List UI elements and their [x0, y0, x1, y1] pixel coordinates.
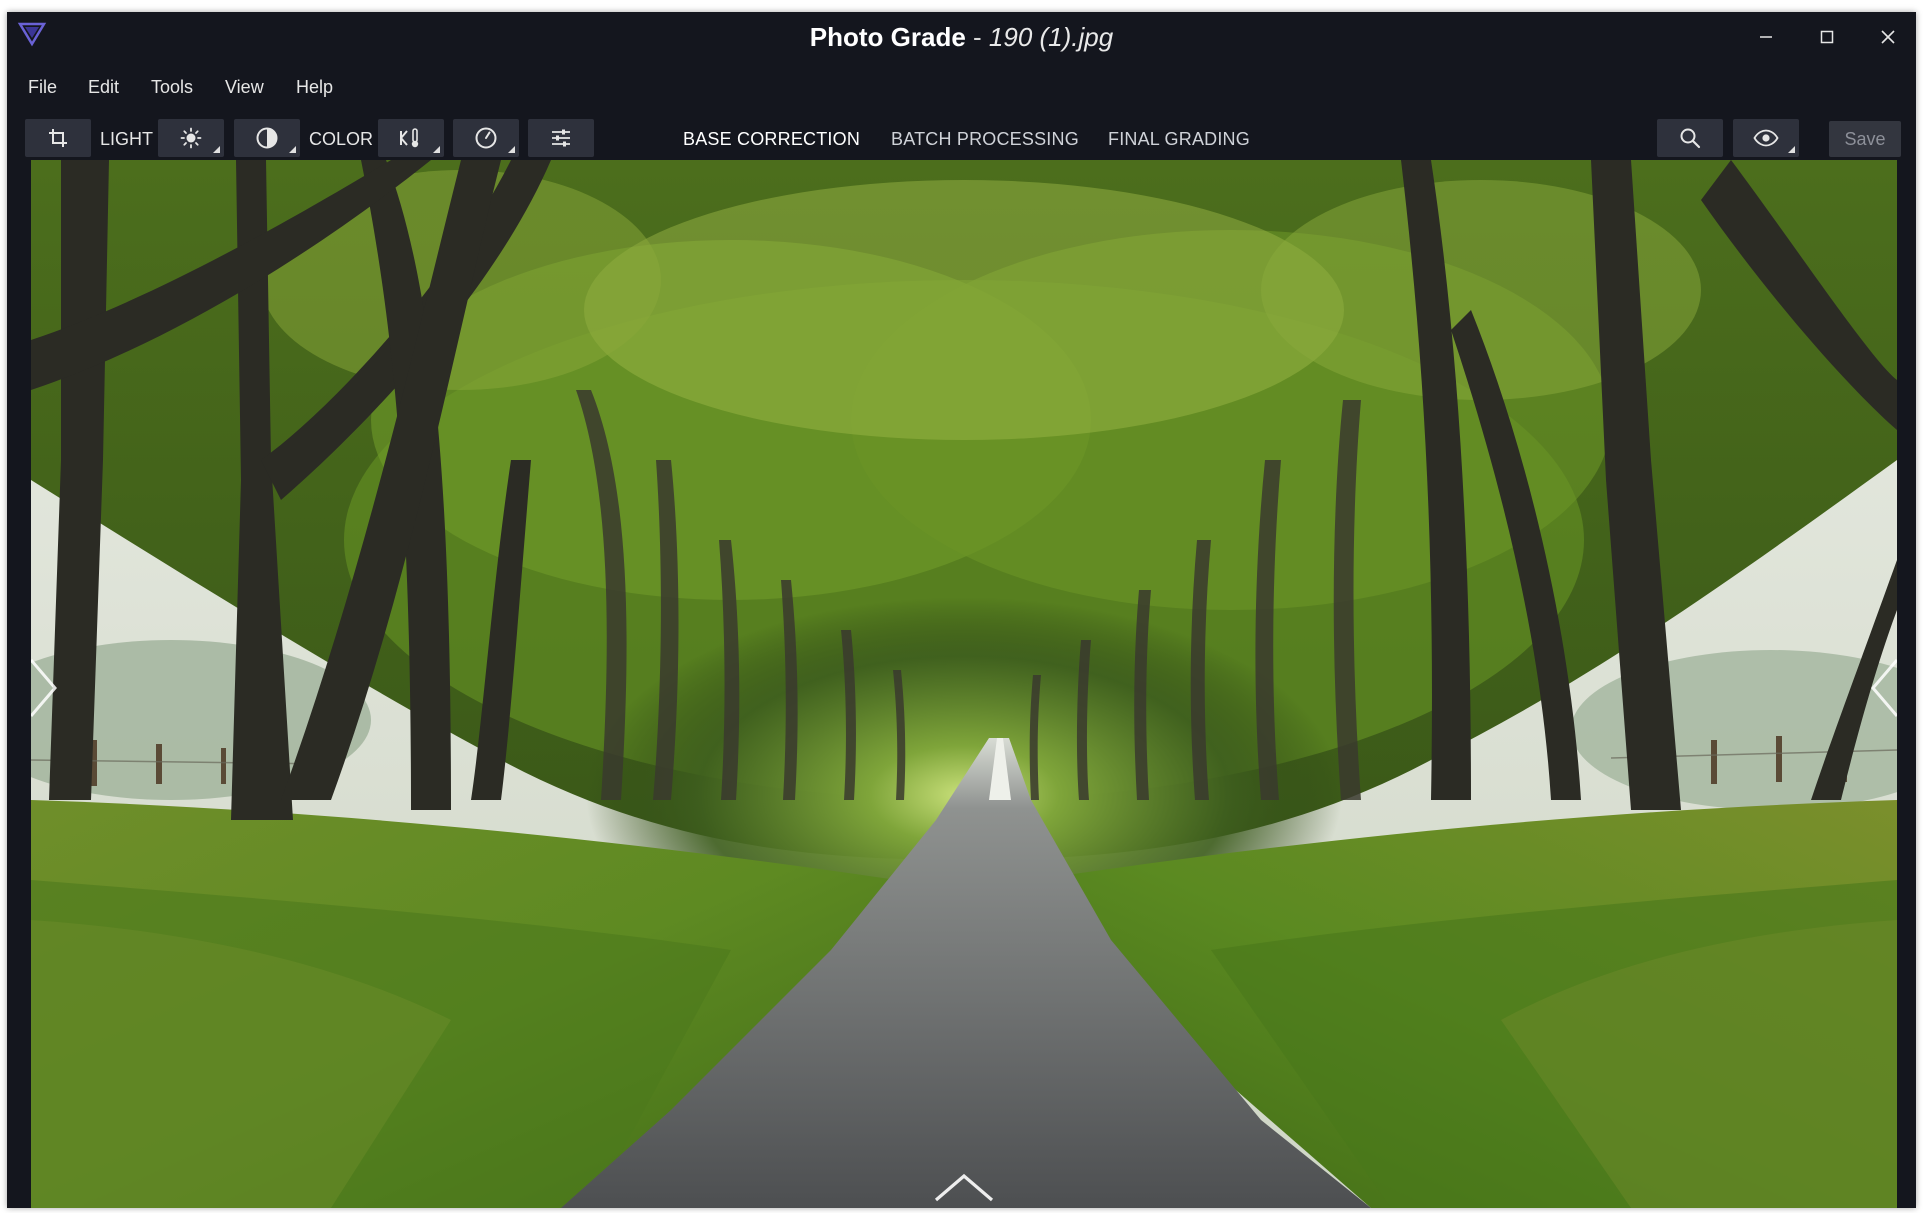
minimize-icon — [1760, 36, 1772, 38]
temperature-icon — [400, 128, 419, 148]
chevron-up-icon[interactable] — [932, 1170, 996, 1206]
menu-file[interactable]: File — [28, 76, 57, 98]
contrast-icon — [256, 127, 278, 149]
tab-base-correction[interactable]: BASE CORRECTION — [683, 129, 860, 149]
window-title: Photo Grade - 190 (1).jpg — [7, 22, 1916, 52]
chevron-left-icon[interactable] — [31, 656, 61, 720]
maximize-button[interactable] — [1809, 22, 1845, 52]
menu-bar: File Edit Tools View Help — [7, 62, 1916, 112]
eye-icon — [1753, 129, 1779, 147]
crop-icon — [49, 129, 67, 147]
close-icon — [1881, 30, 1895, 44]
minimize-button[interactable] — [1748, 22, 1784, 52]
color-label: COLOR — [309, 129, 374, 149]
close-button[interactable] — [1870, 22, 1906, 52]
file-name: 190 (1).jpg — [988, 22, 1114, 52]
app-window: Photo Grade - 190 (1).jpg File Edit Tool… — [7, 12, 1916, 1208]
title-separator: - — [965, 22, 989, 52]
menu-tools[interactable]: Tools — [151, 76, 193, 98]
photo-image — [31, 160, 1897, 1208]
zoom-button[interactable] — [1657, 119, 1723, 157]
menu-help[interactable]: Help — [296, 76, 333, 98]
toolbar: LIGHT COLOR BASE CORRECTION BATCH PROCES… — [7, 112, 1916, 164]
dropdown-corner-icon — [213, 146, 220, 153]
dropdown-corner-icon — [1788, 146, 1795, 153]
preview-button[interactable] — [1733, 119, 1799, 157]
photo-canvas[interactable] — [31, 160, 1897, 1208]
tab-final-grading[interactable]: FINAL GRADING — [1108, 129, 1250, 149]
menu-view[interactable]: View — [225, 76, 264, 98]
brightness-button[interactable] — [158, 119, 224, 157]
sun-icon — [180, 127, 202, 149]
maximize-icon — [1820, 30, 1834, 44]
dropdown-corner-icon — [289, 146, 296, 153]
dropdown-corner-icon — [433, 146, 440, 153]
search-icon — [1680, 128, 1701, 149]
speed-button[interactable] — [453, 119, 519, 157]
crop-button[interactable] — [25, 119, 91, 157]
save-button[interactable]: Save — [1829, 121, 1901, 157]
contrast-button[interactable] — [234, 119, 300, 157]
light-label: LIGHT — [100, 129, 154, 149]
title-bar: Photo Grade - 190 (1).jpg — [7, 12, 1916, 62]
tab-batch-processing[interactable]: BATCH PROCESSING — [891, 129, 1079, 149]
dropdown-corner-icon — [508, 146, 515, 153]
app-name: Photo Grade — [809, 22, 966, 52]
sliders-icon — [552, 129, 570, 147]
clock-icon — [475, 127, 497, 149]
adjust-button[interactable] — [528, 119, 594, 157]
menu-edit[interactable]: Edit — [88, 76, 119, 98]
chevron-right-icon[interactable] — [1867, 656, 1897, 720]
temperature-button[interactable] — [378, 119, 444, 157]
